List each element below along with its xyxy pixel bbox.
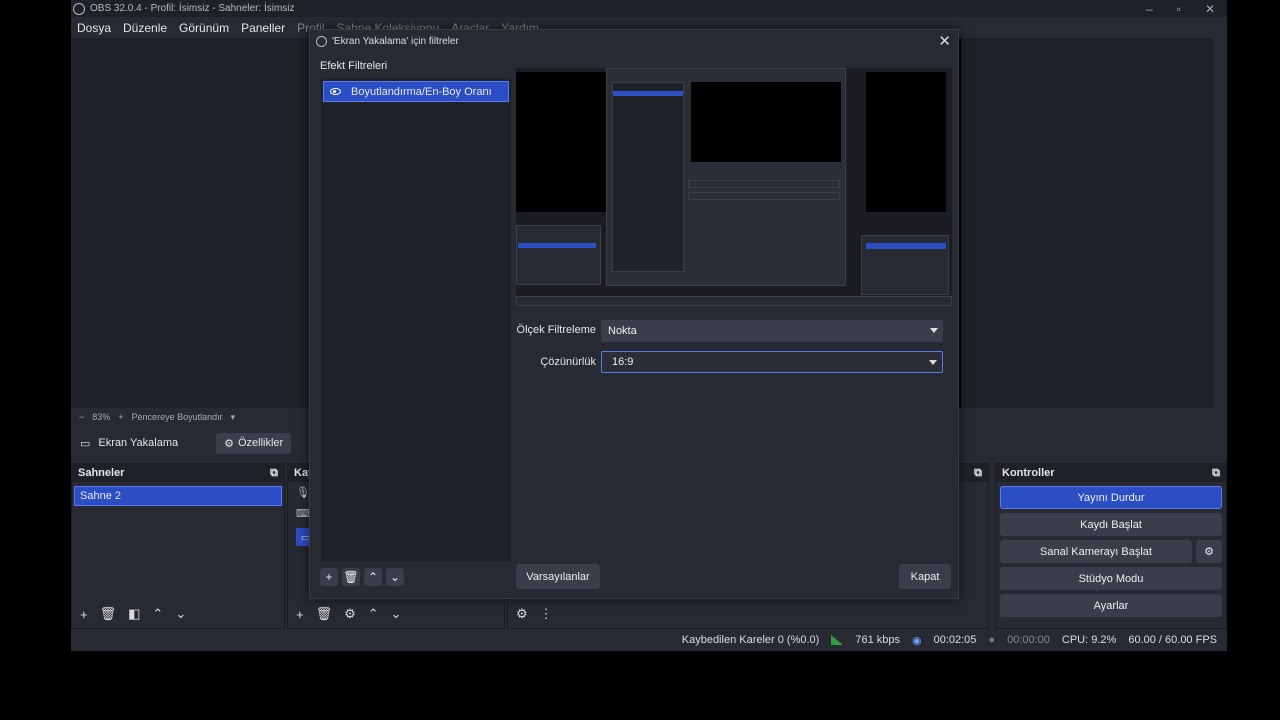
resolution-label: Çözünürlük — [540, 356, 596, 368]
source-settings-icon[interactable]: ⚙ — [344, 606, 356, 622]
chevron-down-icon — [930, 328, 938, 333]
controls-title: Kontroller — [1002, 467, 1055, 479]
properties-button[interactable]: ⚙ Özellikler — [216, 432, 292, 454]
remove-scene-icon[interactable]: 🗑 — [100, 606, 117, 622]
start-virtual-cam-button[interactable]: Sanal Kamerayı Başlat — [1000, 540, 1192, 563]
mixer-settings-icon[interactable]: ⚙ — [516, 606, 528, 622]
dialog-title-bar: 'Ekran Yakalama' için filtreler — [310, 30, 958, 52]
filters-dialog: 'Ekran Yakalama' için filtreler ✕ Efekt … — [309, 29, 959, 599]
mixer-menu-icon[interactable]: ⋮ — [540, 606, 553, 622]
filter-up-icon[interactable]: ⌃ — [364, 568, 382, 586]
source-down-icon[interactable]: ⌄ — [391, 606, 402, 622]
close-window-icon[interactable]: ✕ — [1205, 2, 1215, 16]
zoom-value: 83% — [92, 412, 111, 422]
dropped-frames: Kaybedilen Kareler 0 (%0.0) — [681, 634, 820, 646]
properties-label: Özellikler — [237, 437, 284, 449]
defaults-button[interactable]: Varsayılanlar — [516, 564, 600, 589]
move-down-icon[interactable]: ⌄ — [175, 606, 186, 622]
minimize-icon[interactable]: – — [1146, 2, 1153, 16]
status-bar: Kaybedilen Kareler 0 (%0.0) 761 kbps ◉ 0… — [71, 629, 1227, 651]
move-up-icon[interactable]: ⌃ — [152, 606, 163, 622]
settings-button[interactable]: Ayarlar — [1000, 594, 1222, 617]
add-filter-icon[interactable]: + — [320, 568, 338, 586]
filter-item[interactable]: Boyutlandırma/En-Boy Oranı — [323, 81, 509, 102]
add-scene-icon[interactable]: + — [80, 607, 88, 622]
undock-icon[interactable]: ⧉ — [270, 467, 278, 480]
zoom-in-button[interactable]: + — [118, 412, 123, 422]
bitrate: 761 kbps — [855, 634, 900, 646]
filter-item-label: Boyutlandırma/En-Boy Oranı — [351, 85, 492, 98]
remove-source-icon[interactable]: 🗑 — [316, 606, 333, 622]
scale-filter-value: Nokta — [608, 325, 637, 337]
zoom-mode[interactable]: Pencereye Boyutlandır — [132, 412, 223, 422]
scene-filters-icon[interactable]: ◧ — [128, 606, 140, 622]
dialog-title: 'Ekran Yakalama' için filtreler — [332, 35, 459, 47]
monitor-icon: ▭ — [80, 437, 91, 450]
controls-dock: Kontroller ⧉ Yayını Durdur Kaydı Başlat … — [995, 463, 1227, 629]
undock-icon[interactable]: ⧉ — [974, 467, 982, 480]
gear-icon: ⚙ — [224, 437, 234, 450]
scale-filter-select[interactable]: Nokta — [601, 320, 943, 342]
fps: 60.00 / 60.00 FPS — [1128, 634, 1217, 646]
cpu-usage: CPU: 9.2% — [1061, 634, 1117, 646]
obs-logo-icon — [73, 2, 85, 15]
record-icon: ● — [988, 634, 996, 646]
zoom-out-button[interactable]: − — [79, 412, 84, 422]
studio-mode-button[interactable]: Stüdyo Modu — [1000, 567, 1222, 590]
menu-docks[interactable]: Paneller — [241, 21, 285, 35]
virtual-cam-settings-icon[interactable]: ⚙ — [1196, 540, 1222, 563]
source-up-icon[interactable]: ⌃ — [368, 606, 379, 622]
zoom-bar: − 83% + Pencereye Boyutlandır ▾ — [71, 408, 235, 426]
selected-source-name: Ekran Yakalama — [98, 437, 179, 449]
menu-edit[interactable]: Düzenle — [123, 21, 167, 35]
effect-filters-label: Efekt Filtreleri — [320, 60, 388, 72]
resolution-combobox[interactable]: 16:9 — [601, 351, 943, 373]
title-bar: OBS 32.0.4 - Profil: İsimsiz - Sahneler:… — [71, 0, 1227, 17]
stop-stream-button[interactable]: Yayını Durdur — [1000, 486, 1222, 509]
add-source-icon[interactable]: + — [296, 607, 304, 622]
maximize-icon[interactable]: ▫ — [1177, 2, 1181, 16]
chevron-down-icon[interactable]: ▾ — [231, 412, 236, 423]
resolution-value: 16:9 — [612, 356, 634, 368]
scale-filter-label: Ölçek Filtreleme — [516, 324, 596, 336]
undock-icon[interactable]: ⧉ — [1212, 467, 1220, 480]
scenes-dock: Sahneler ⧉ Sahne 2 + 🗑 ◧ ⌃ ⌄ — [71, 463, 285, 629]
menu-file[interactable]: Dosya — [77, 21, 111, 35]
stream-time: 00:02:05 — [933, 634, 977, 646]
start-record-button[interactable]: Kaydı Başlat — [1000, 513, 1222, 536]
record-time: 00:00:00 — [1007, 634, 1050, 646]
close-button[interactable]: Kapat — [899, 564, 951, 589]
signal-icon — [831, 635, 844, 645]
remove-filter-icon[interactable]: 🗑 — [342, 568, 360, 586]
stream-icon: ◉ — [911, 634, 922, 647]
scene-item[interactable]: Sahne 2 — [74, 486, 282, 506]
filter-list: Boyutlandırma/En-Boy Oranı — [321, 78, 511, 561]
obs-logo-icon — [316, 35, 327, 47]
chevron-down-icon — [929, 360, 937, 365]
filter-toolbar: + 🗑 ⌃ ⌄ — [320, 568, 404, 586]
visibility-eye-icon[interactable] — [330, 88, 341, 95]
window-title: OBS 32.0.4 - Profil: İsimsiz - Sahneler:… — [90, 3, 295, 14]
filter-down-icon[interactable]: ⌄ — [386, 568, 404, 586]
close-dialog-icon[interactable]: ✕ — [938, 32, 951, 50]
menu-view[interactable]: Görünüm — [179, 21, 229, 35]
filter-preview — [516, 60, 952, 306]
scenes-title: Sahneler — [78, 467, 125, 479]
